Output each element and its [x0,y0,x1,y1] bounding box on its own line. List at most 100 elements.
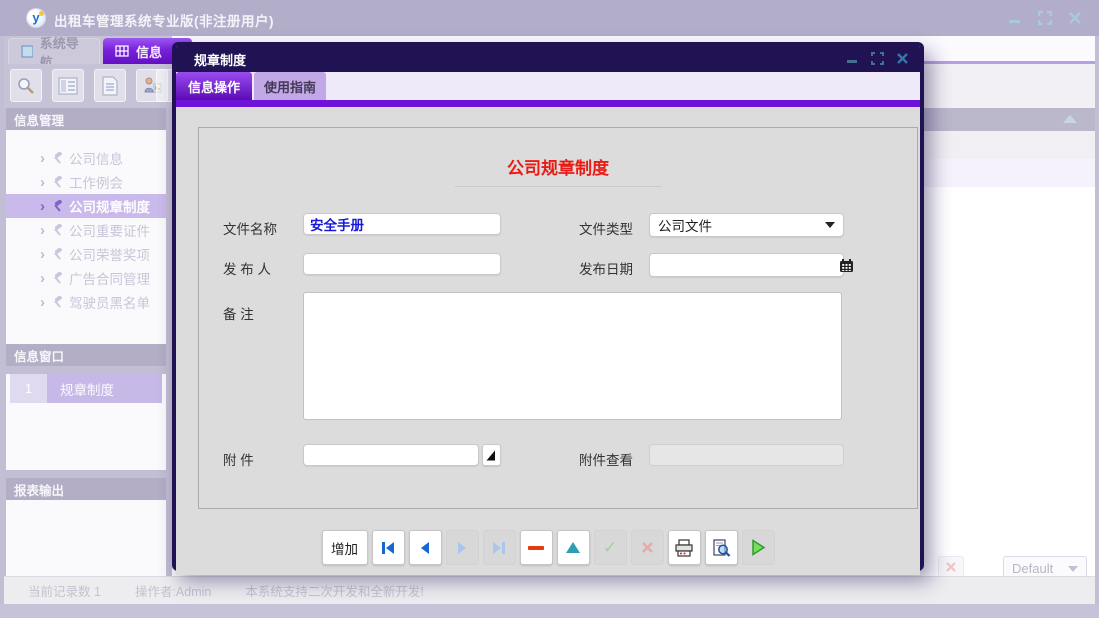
tab-label: 使用指南 [264,77,316,96]
document-button[interactable] [94,69,126,102]
search-button[interactable] [10,69,42,102]
calendar-button[interactable] [839,254,854,276]
chevron-right-icon: › [40,223,45,238]
cancel-x-icon [641,541,654,554]
chevron-right-icon: › [40,151,45,166]
sidebar-item-work-meeting[interactable]: › 工作例会 [6,170,166,194]
window-titlebar: y 出租车管理系统专业版(非注册用户) [0,0,1099,36]
dialog-content: 公司规章制度 文件名称 文件类型 公司文件 发 布 人 发布日期 备 [176,107,920,575]
cancel-button[interactable] [631,530,664,565]
attachment-view-input [649,444,844,466]
remarks-label: 备 注 [223,303,254,323]
prev-record-icon [419,542,431,554]
rules-dialog: 规章制度 信息操作 使用指南 公司规章制度 文件名称 文件类型 公司文件 [172,42,924,571]
sidebar-panel-body: 1 规章制度 [6,374,166,470]
dialog-tab-strip: 信息操作 使用指南 [176,72,920,100]
window-minimize-button[interactable] [1005,8,1025,28]
publish-date-field [649,253,844,277]
delete-record-button[interactable] [520,530,553,565]
sidebar-item-company-info[interactable]: › 公司信息 [6,146,166,170]
browse-triangle-icon [486,450,497,461]
chevron-right-icon: › [40,199,45,214]
sidebar-panel-header-report-output[interactable]: 报表输出 [6,478,166,500]
sidebar-item-label: 广告合同管理 [69,268,150,288]
add-button-label: 增加 [331,538,358,558]
dialog-title: 规章制度 [194,50,246,69]
sidebar-item-company-certificates[interactable]: › 公司重要证件 [6,218,166,242]
window-close-button[interactable] [1065,8,1085,28]
sidebar-item-ad-contracts[interactable]: › 广告合同管理 [6,266,166,290]
publish-date-label: 发布日期 [579,258,633,278]
file-name-label: 文件名称 [223,218,277,238]
publish-date-input[interactable] [650,255,839,275]
window-bottom-edge [0,604,1099,618]
status-bar: 当前记录数 1 操作者:Admin 本系统支持二次开发和全新开发! [4,576,1095,604]
last-record-button[interactable] [483,530,516,565]
panel-title: 报表输出 [14,480,64,499]
sidebar-item-label: 公司规章制度 [69,196,150,216]
style-select-value: Default [1012,561,1053,576]
attachment-label: 附 件 [223,449,254,469]
report-button[interactable] [52,69,84,102]
tab-info-operation[interactable]: 信息操作 [176,72,252,100]
file-name-input[interactable] [303,213,501,235]
calendar-icon [839,258,854,273]
tab-label: 信息 [136,42,162,61]
print-button[interactable] [668,530,701,565]
sidebar-panel-header-info-mgmt[interactable]: 信息管理 [6,108,166,130]
sidebar-item-label: 工作例会 [69,172,123,192]
chevron-right-icon: › [40,271,45,286]
tab-label: 信息操作 [188,77,240,96]
hammer-icon [51,224,63,236]
sidebar-item-label: 公司重要证件 [69,220,150,240]
edit-record-button[interactable] [557,530,590,565]
add-button[interactable]: 增加 [322,530,368,565]
clear-button[interactable] [938,556,964,578]
sidebar-panel-header-info-windows[interactable]: 信息窗口 [6,344,166,366]
file-type-label: 文件类型 [579,218,633,238]
next-record-button[interactable] [446,530,479,565]
dialog-maximize-button[interactable] [869,50,885,66]
window-pane-icon [21,45,33,58]
chevron-right-icon: › [40,247,45,262]
panel-title: 信息窗口 [14,346,64,365]
sidebar-item-label: 公司荣誉奖项 [69,244,150,264]
run-play-icon [750,539,766,556]
form-heading: 公司规章制度 [455,154,661,187]
sidebar-item-company-rules[interactable]: › 公司规章制度 [6,194,166,218]
collapse-up-icon[interactable] [1063,115,1077,123]
prev-record-button[interactable] [409,530,442,565]
status-message: 本系统支持二次开发和全新开发! [245,581,423,600]
app-logo-icon: y [27,9,45,27]
publisher-input[interactable] [303,253,501,275]
first-record-button[interactable] [372,530,405,565]
sidebar-item-driver-blacklist[interactable]: › 驾驶员黑名单 [6,290,166,314]
sidebar-item-label: 驾驶员黑名单 [69,292,150,312]
tab-system-navigation[interactable]: 系统导航 [8,38,100,64]
chevron-right-icon: › [40,295,45,310]
hammer-icon [51,176,63,188]
sidebar-item-company-awards[interactable]: › 公司荣誉奖项 [6,242,166,266]
tab-user-guide[interactable]: 使用指南 [254,72,326,100]
confirm-button[interactable]: ✓ [594,530,627,565]
open-window-row[interactable]: 1 规章制度 [6,374,166,403]
first-record-icon [381,542,395,554]
last-record-icon [492,542,506,554]
form-panel: 公司规章制度 文件名称 文件类型 公司文件 发 布 人 发布日期 备 [198,127,918,509]
file-type-select[interactable]: 公司文件 [649,213,844,237]
window-maximize-button[interactable] [1035,8,1055,28]
print-preview-button[interactable] [705,530,738,565]
run-button[interactable] [742,530,775,565]
chevron-right-icon: › [40,175,45,190]
dialog-titlebar: 规章制度 [176,46,920,72]
attachment-input[interactable] [303,444,479,466]
dialog-close-button[interactable] [894,50,910,66]
attachment-browse-button[interactable] [482,444,501,466]
hammer-icon [51,152,63,164]
print-icon [674,539,694,557]
chevron-down-icon [825,222,835,228]
document-icon [101,76,119,96]
remarks-textarea[interactable] [303,292,842,420]
dialog-minimize-button[interactable] [844,50,860,66]
delete-minus-icon [528,545,544,551]
